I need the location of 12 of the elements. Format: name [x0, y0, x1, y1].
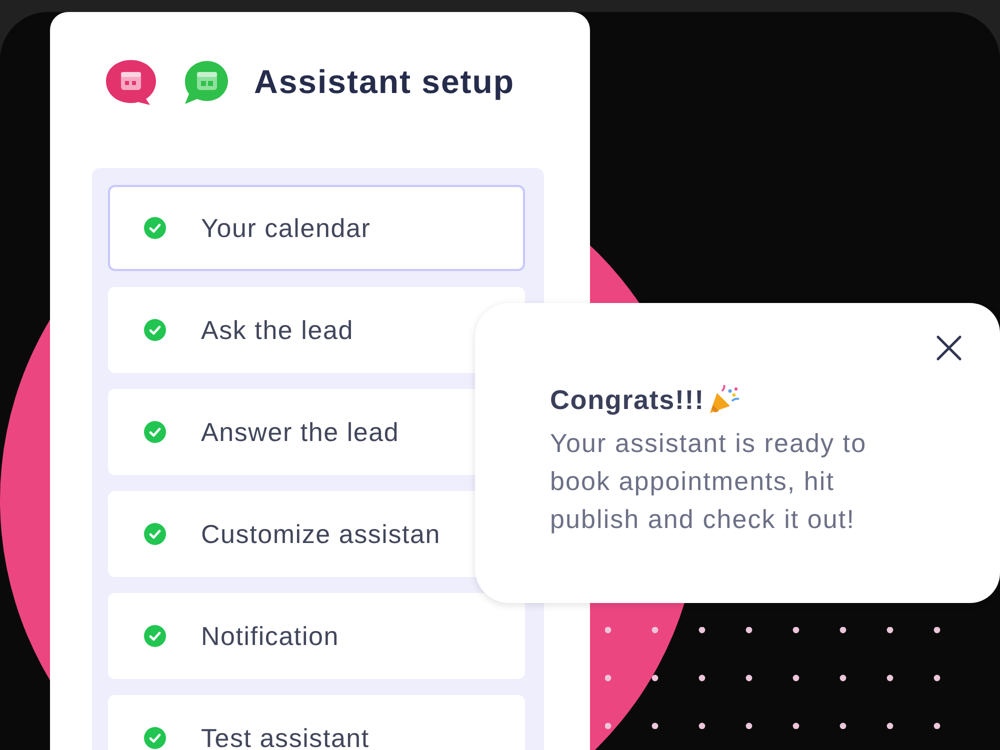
setup-step[interactable]: Test assistant	[108, 695, 525, 750]
popup-title: Congrats!!!	[550, 384, 704, 416]
setup-step[interactable]: Your calendar	[108, 185, 525, 271]
close-icon	[936, 335, 962, 361]
panel-title: Assistant setup	[254, 62, 515, 102]
setup-step[interactable]: Notification	[108, 593, 525, 679]
calendar-bubble-icon	[182, 59, 230, 105]
close-button[interactable]	[935, 334, 963, 362]
setup-step[interactable]: Ask the lead	[108, 287, 525, 373]
party-popper-icon	[708, 385, 740, 415]
calendar-bubble-icon	[104, 58, 158, 106]
popup-message: Your assistant is ready to book appointments, hit publish and check it out!	[550, 427, 868, 536]
